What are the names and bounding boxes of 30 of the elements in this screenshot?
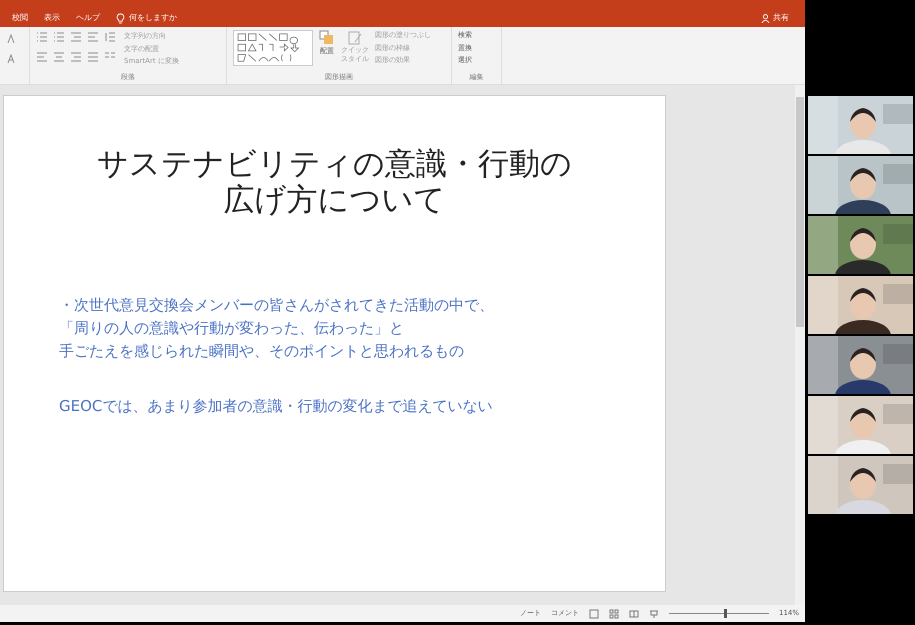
slide-sorter-icon[interactable] bbox=[608, 608, 619, 618]
numbering-icon[interactable] bbox=[53, 31, 65, 43]
slide-text: 手ごたえを感じられた瞬間や、そのポイントと思われるもの bbox=[59, 341, 465, 362]
bullets-icon[interactable] bbox=[36, 31, 48, 43]
normal-view-icon[interactable] bbox=[588, 608, 599, 618]
share-button[interactable]: 共有 bbox=[761, 12, 789, 24]
menu-tab[interactable]: 表示 bbox=[44, 12, 60, 24]
slide-text: 「周りの人の意識や行動が変わった、伝わった」と bbox=[59, 318, 405, 339]
scrollbar[interactable] bbox=[795, 85, 805, 605]
arrange-icon bbox=[319, 30, 335, 46]
pen-icon bbox=[347, 30, 363, 46]
outdent-icon[interactable] bbox=[87, 31, 99, 43]
tell-me-field[interactable]: 何をしますか bbox=[129, 12, 199, 24]
menu-tab[interactable]: ヘルプ bbox=[76, 12, 100, 24]
indent-icon[interactable] bbox=[70, 31, 82, 43]
slide-text: GEOCでは、あまり参加者の意識・行動の変化まで追えていない bbox=[59, 396, 494, 417]
align-right-icon[interactable] bbox=[70, 51, 82, 63]
align-center-icon[interactable] bbox=[53, 51, 65, 63]
reading-view-icon[interactable] bbox=[628, 608, 639, 618]
lightbulb-icon bbox=[116, 12, 125, 24]
person-icon bbox=[761, 14, 770, 22]
slide-text: ・次世代意見交換会メンバーの皆さんがされてきた活動の中で、 bbox=[59, 295, 495, 316]
justify-icon[interactable] bbox=[87, 51, 99, 63]
slide-title: サステナビリティの意識・行動の bbox=[97, 146, 572, 182]
align-left-icon[interactable] bbox=[36, 51, 48, 63]
line-spacing-icon[interactable] bbox=[104, 31, 116, 43]
slideshow-icon[interactable] bbox=[648, 608, 659, 618]
slide-title: 広げ方について bbox=[224, 182, 446, 218]
shapes-gallery[interactable] bbox=[233, 30, 313, 66]
menu-tab[interactable]: 校閲 bbox=[12, 12, 28, 24]
